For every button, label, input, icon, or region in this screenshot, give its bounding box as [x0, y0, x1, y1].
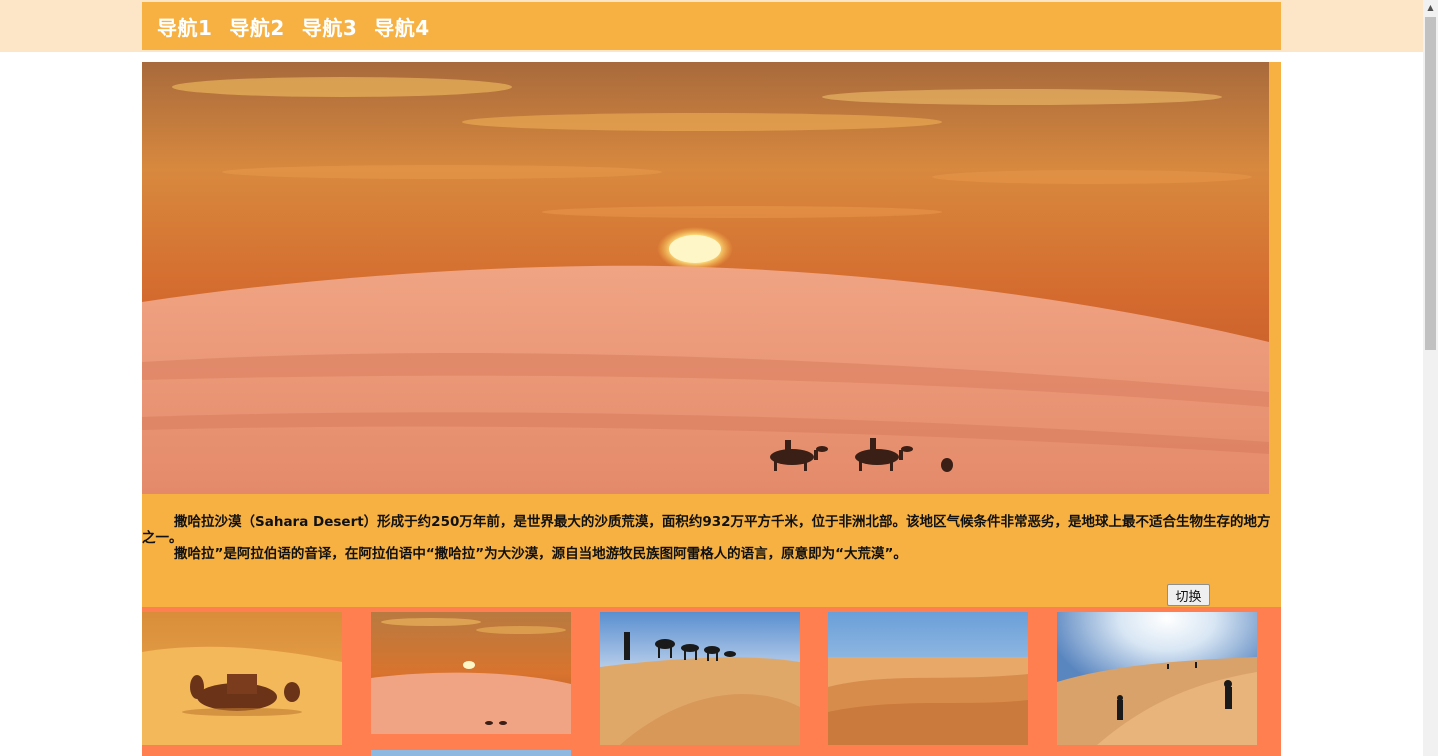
thumbnail-dune-climbers[interactable]	[1057, 612, 1257, 745]
thumbnail-desert-sunset[interactable]	[371, 612, 571, 734]
nav-item-3[interactable]: 导航3	[302, 12, 357, 41]
main-content: 撒哈拉沙漠（Sahara Desert）形成于约250万年前，是世界最大的沙质荒…	[142, 62, 1281, 607]
scroll-up-arrow-icon[interactable]: ▲	[1423, 0, 1438, 15]
description-paragraph-1: 撒哈拉沙漠（Sahara Desert）形成于约250万年前，是世界最大的沙质荒…	[142, 514, 1271, 546]
scrollbar[interactable]: ▲	[1423, 0, 1438, 756]
thumbnail-camel-caravan[interactable]	[600, 612, 800, 745]
top-nav: 导航1 导航2 导航3 导航4	[142, 2, 1281, 50]
thumbnail-sky-partial[interactable]	[371, 750, 571, 756]
nav-item-1[interactable]: 导航1	[157, 12, 212, 41]
hero-image	[142, 62, 1269, 494]
thumbnail-strip	[142, 607, 1281, 756]
scroll-thumb[interactable]	[1425, 17, 1436, 350]
nav-item-4[interactable]: 导航4	[374, 12, 429, 41]
thumbnail-sand-dunes[interactable]	[828, 612, 1028, 745]
thumbnail-resting-camels[interactable]	[142, 612, 342, 745]
description: 撒哈拉沙漠（Sahara Desert）形成于约250万年前，是世界最大的沙质荒…	[142, 514, 1274, 562]
switch-button[interactable]: 切换	[1167, 584, 1210, 606]
nav-item-2[interactable]: 导航2	[229, 12, 284, 41]
description-paragraph-2: 撒哈拉”是阿拉伯语的音译，在阿拉伯语中“撒哈拉”为大沙漠，源自当地游牧民族图阿雷…	[174, 546, 907, 562]
